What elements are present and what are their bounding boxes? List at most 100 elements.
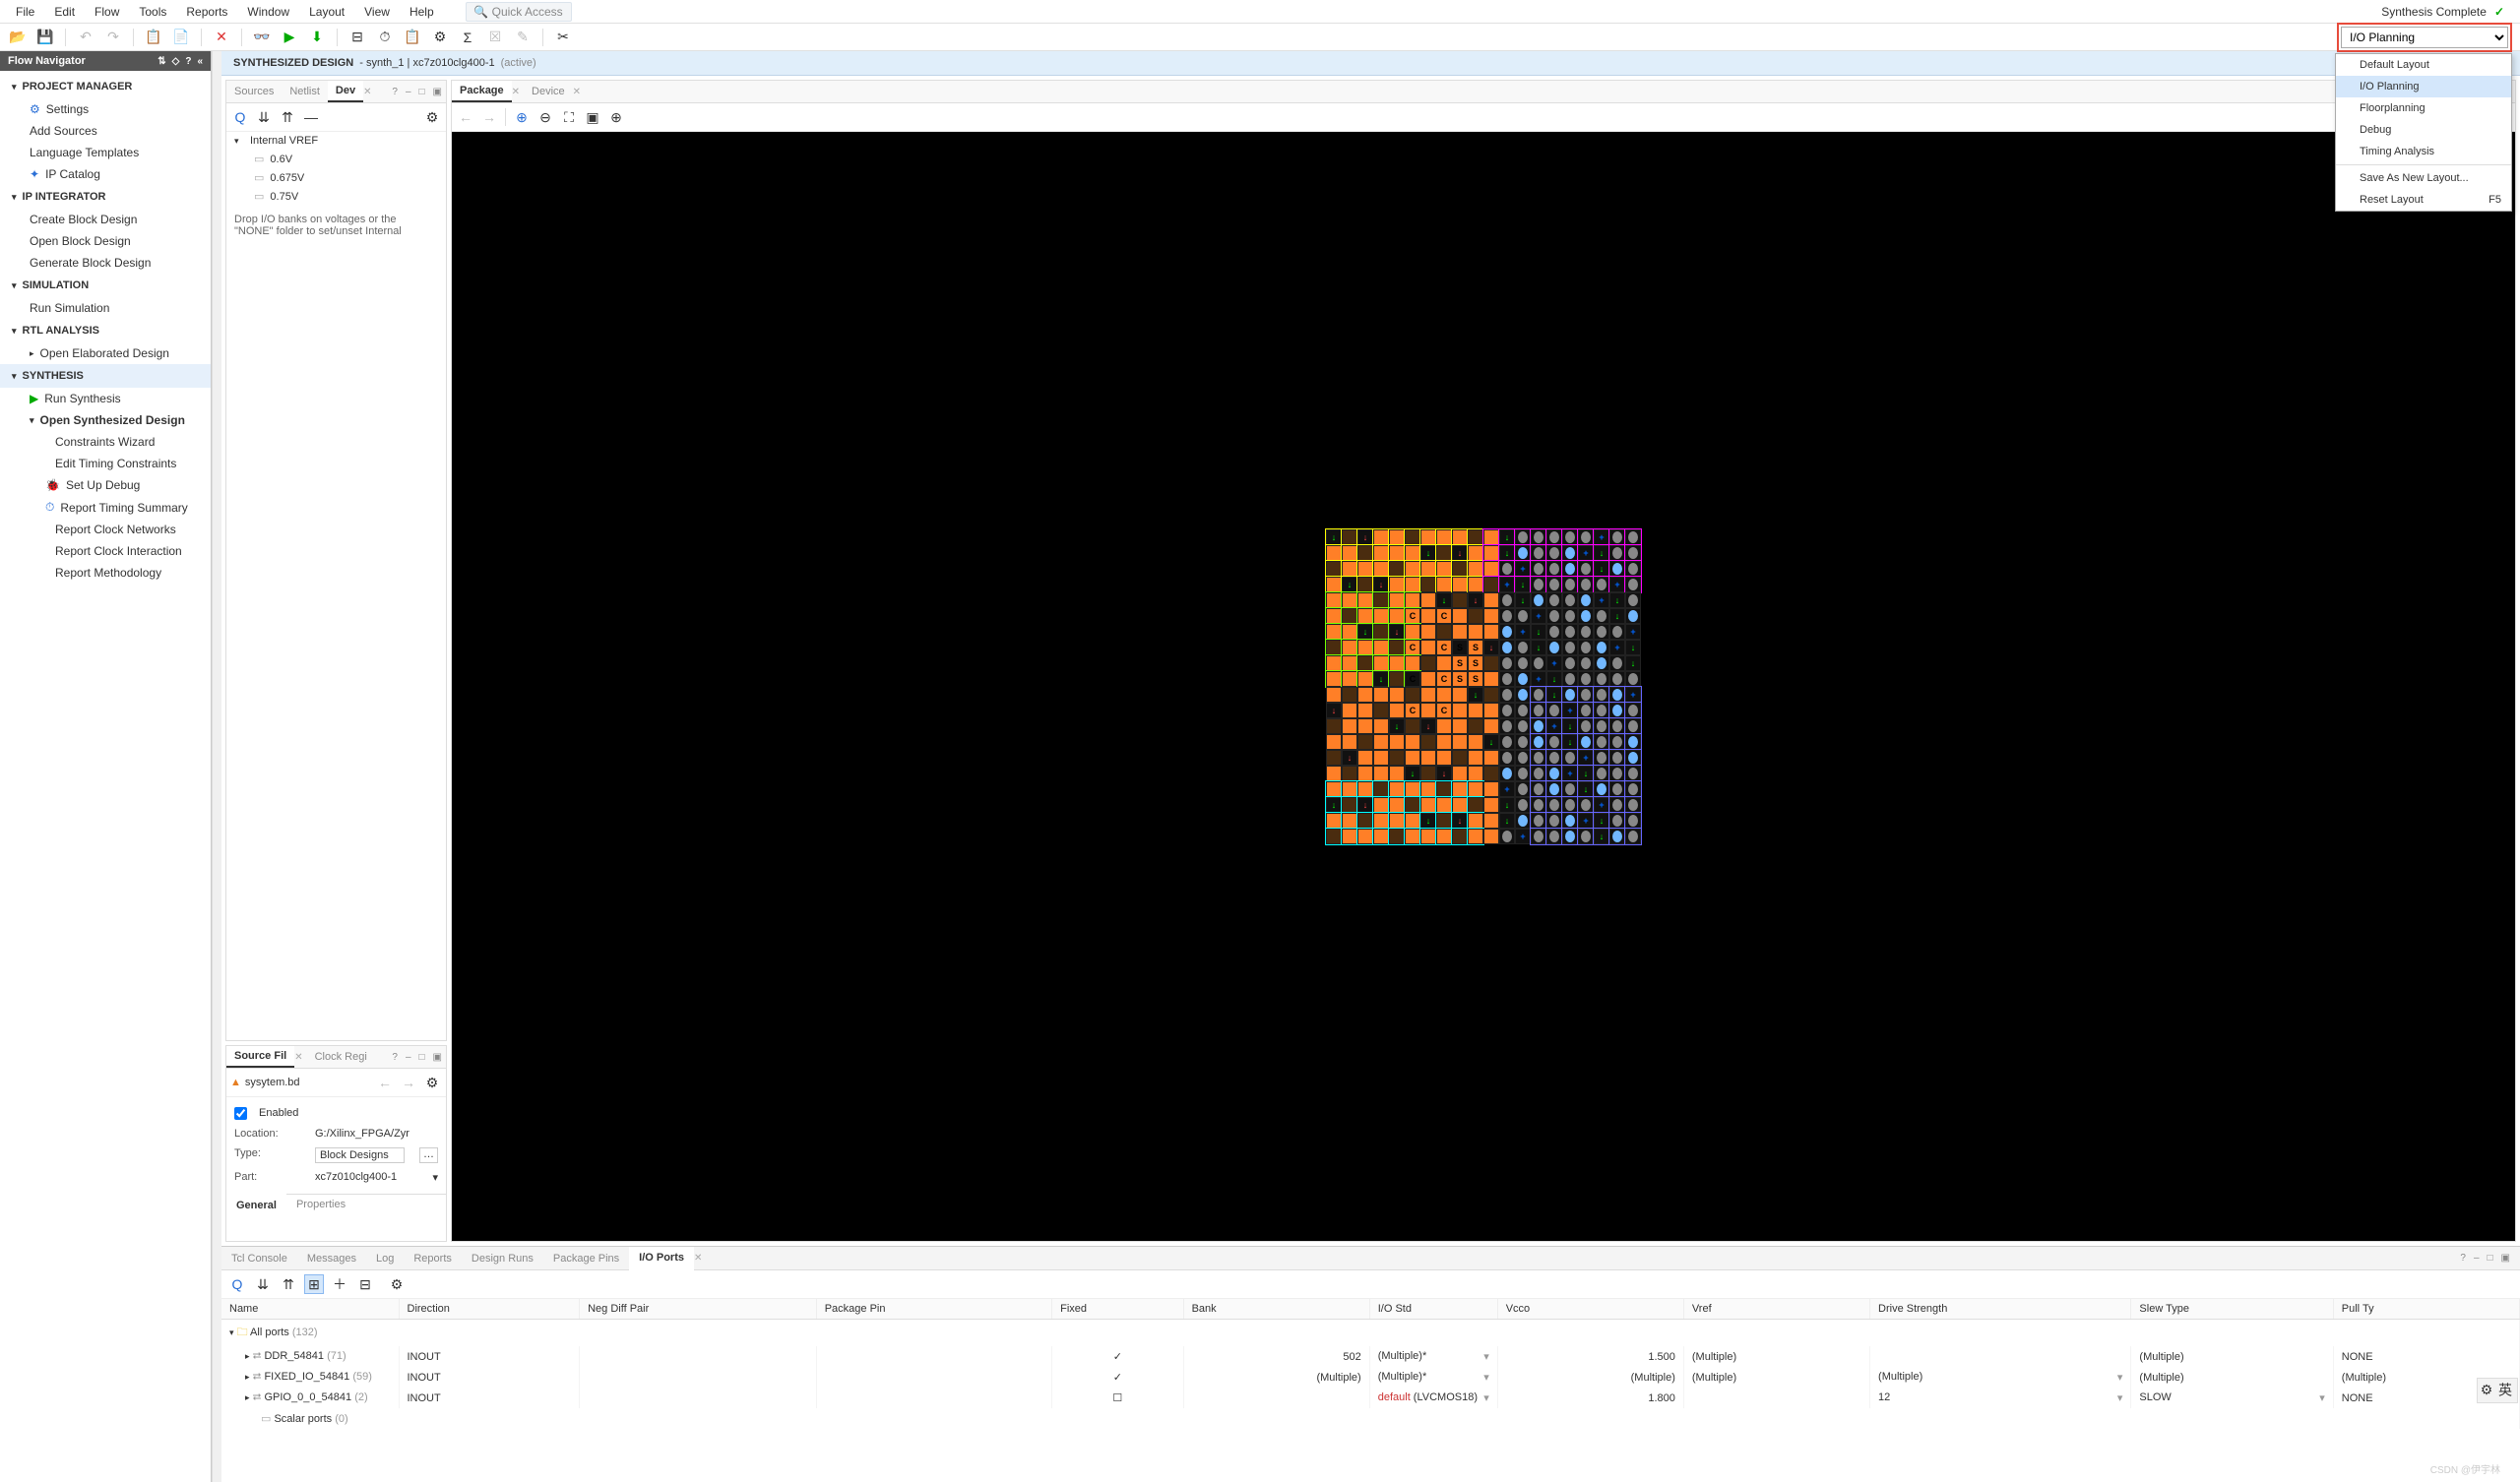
item-report-methodology[interactable]: Report Methodology <box>0 562 211 584</box>
layout-item-io-planning[interactable]: I/O Planning <box>2336 76 2511 97</box>
search-icon[interactable]: Q <box>227 1274 247 1294</box>
menu-tools[interactable]: Tools <box>131 1 174 23</box>
report-icon[interactable]: 📋 <box>403 28 422 47</box>
timer-icon[interactable]: ⏱ <box>375 28 395 47</box>
tab-general[interactable]: General <box>226 1194 286 1215</box>
section-ip-integrator[interactable]: ▾IP INTEGRATOR <box>0 185 211 209</box>
forward-icon[interactable]: → <box>399 1073 418 1092</box>
paste-icon[interactable]: 📄 <box>171 28 191 47</box>
vref-node[interactable]: ▾Internal VREF <box>226 132 446 150</box>
section-project-manager[interactable]: ▾PROJECT MANAGER <box>0 75 211 98</box>
item-report-clock-networks[interactable]: Report Clock Networks <box>0 519 211 540</box>
table-row-root[interactable]: ▾ 🗀 All ports (132) <box>221 1320 2520 1347</box>
tab-device[interactable]: Device <box>524 82 573 101</box>
ime-indicator[interactable]: 英⚙ <box>2477 1378 2518 1403</box>
menu-edit[interactable]: Edit <box>46 1 83 23</box>
zoom-sel-icon[interactable]: ▣ <box>583 107 602 127</box>
tab-io-ports[interactable]: I/O Ports <box>629 1247 694 1270</box>
tab-source-file[interactable]: Source Fil <box>226 1046 294 1068</box>
section-synthesis[interactable]: ▾SYNTHESIS <box>0 364 211 388</box>
route-icon[interactable]: ⊟ <box>347 28 367 47</box>
misc3-icon[interactable]: ✂ <box>553 28 573 47</box>
close-icon[interactable]: ✕ <box>690 1253 706 1264</box>
cancel-icon[interactable]: ✕ <box>212 28 231 47</box>
table-row[interactable]: ▸ ⮂ FIXED_IO_54841 (59)INOUT✓(Multiple)(… <box>221 1367 2520 1388</box>
close-icon[interactable]: ✕ <box>290 1052 306 1063</box>
close-icon[interactable]: ✕ <box>359 87 375 97</box>
layout-item-floorplanning[interactable]: Floorplanning <box>2336 97 2511 119</box>
tab-netlist[interactable]: Netlist <box>282 82 328 101</box>
add-icon[interactable]: ＋ <box>330 1274 349 1294</box>
collapse-icon[interactable]: ⇊ <box>254 107 274 127</box>
close-icon[interactable]: ✕ <box>508 87 524 97</box>
col-neg-diff[interactable]: Neg Diff Pair <box>580 1299 817 1320</box>
collapse-icon[interactable]: ⇊ <box>253 1274 273 1294</box>
vref-0-75[interactable]: ▭0.75V <box>226 187 446 206</box>
quick-access[interactable]: 🔍 Quick Access <box>466 2 572 22</box>
enabled-checkbox[interactable] <box>234 1107 247 1120</box>
maximize-icon[interactable]: ▣ <box>429 85 446 99</box>
tab-design-runs[interactable]: Design Runs <box>462 1248 543 1269</box>
back-icon[interactable]: ← <box>375 1073 395 1092</box>
col-name[interactable]: Name <box>221 1299 399 1320</box>
item-report-clock-interaction[interactable]: Report Clock Interaction <box>0 540 211 562</box>
forward-icon[interactable]: → <box>479 107 499 127</box>
io-icon[interactable]: ⊟ <box>355 1274 375 1294</box>
menu-window[interactable]: Window <box>239 1 297 23</box>
restore-icon[interactable]: □ <box>415 1050 429 1065</box>
col-slew[interactable]: Slew Type <box>2131 1299 2333 1320</box>
expand-icon[interactable]: ⇈ <box>278 107 297 127</box>
back-icon[interactable]: ← <box>456 107 475 127</box>
item-constraints-wizard[interactable]: Constraints Wizard <box>0 431 211 453</box>
table-row[interactable]: ▸ ⮂ DDR_54841 (71)INOUT✓502(Multiple)* ▾… <box>221 1346 2520 1367</box>
layout-reset[interactable]: Reset Layout F5 <box>2336 189 2511 211</box>
vref-0-675[interactable]: ▭0.675V <box>226 168 446 187</box>
collapse-icon[interactable]: ⇅ <box>158 56 165 67</box>
menu-view[interactable]: View <box>356 1 398 23</box>
help-icon[interactable]: ? <box>388 85 402 99</box>
step-icon[interactable]: ⬇ <box>307 28 327 47</box>
nav-scrollbar[interactable] <box>212 51 221 1482</box>
layout-item-default[interactable]: Default Layout <box>2336 54 2511 76</box>
zoom-in-icon[interactable]: ⊕ <box>512 107 532 127</box>
col-bank[interactable]: Bank <box>1183 1299 1369 1320</box>
section-simulation[interactable]: ▾SIMULATION <box>0 274 211 297</box>
col-pkg-pin[interactable]: Package Pin <box>816 1299 1051 1320</box>
tab-sources[interactable]: Sources <box>226 82 282 101</box>
item-language-templates[interactable]: Language Templates <box>0 142 211 163</box>
layout-item-timing[interactable]: Timing Analysis <box>2336 141 2511 162</box>
type-value[interactable]: Block Designs <box>315 1147 405 1163</box>
zoom-out-icon[interactable]: ⊖ <box>536 107 555 127</box>
item-generate-block-design[interactable]: Generate Block Design <box>0 252 211 274</box>
section-rtl-analysis[interactable]: ▾RTL ANALYSIS <box>0 319 211 342</box>
tab-log[interactable]: Log <box>366 1248 404 1269</box>
minimize-icon[interactable]: – <box>402 1050 415 1065</box>
pin-icon[interactable]: ◇ <box>172 56 180 67</box>
redo-icon[interactable]: ↷ <box>103 28 123 47</box>
col-vref[interactable]: Vref <box>1683 1299 1869 1320</box>
tab-reports[interactable]: Reports <box>404 1248 462 1269</box>
sigma-icon[interactable]: Σ <box>458 28 477 47</box>
tab-tcl-console[interactable]: Tcl Console <box>221 1248 297 1269</box>
gear-icon[interactable]: ⚙ <box>422 107 442 127</box>
minimize-icon[interactable]: – <box>402 85 415 99</box>
undo-icon[interactable]: ↶ <box>76 28 95 47</box>
tab-clock-regions[interactable]: Clock Regi <box>307 1047 375 1067</box>
misc1-icon[interactable]: ☒ <box>485 28 505 47</box>
item-run-simulation[interactable]: Run Simulation <box>0 297 211 319</box>
copy-icon[interactable]: 📋 <box>144 28 163 47</box>
search-icon[interactable]: Q <box>230 107 250 127</box>
tab-messages[interactable]: Messages <box>297 1248 366 1269</box>
help-icon[interactable]: ? <box>2456 1251 2470 1266</box>
gear-icon[interactable]: ⚙ <box>422 1073 442 1092</box>
target-icon[interactable]: ⊕ <box>606 107 626 127</box>
item-report-timing-summary[interactable]: ⏱Report Timing Summary <box>0 496 211 519</box>
restore-icon[interactable]: □ <box>415 85 429 99</box>
close-icon[interactable]: « <box>197 56 203 67</box>
col-io-std[interactable]: I/O Std <box>1369 1299 1497 1320</box>
layout-item-debug[interactable]: Debug <box>2336 119 2511 141</box>
tab-properties[interactable]: Properties <box>286 1195 355 1215</box>
package-viewer[interactable]: ↓↓↓+↓↓↓+↓+↓↓↓+↓+↓↓↓+↓CC+↓↓↓+↓+CCSS↓↓+↓SS… <box>452 132 2515 1241</box>
table-row[interactable]: ▸ ⮂ GPIO_0_0_54841 (2)INOUT☐default (LVC… <box>221 1388 2520 1408</box>
tab-package[interactable]: Package <box>452 81 512 102</box>
